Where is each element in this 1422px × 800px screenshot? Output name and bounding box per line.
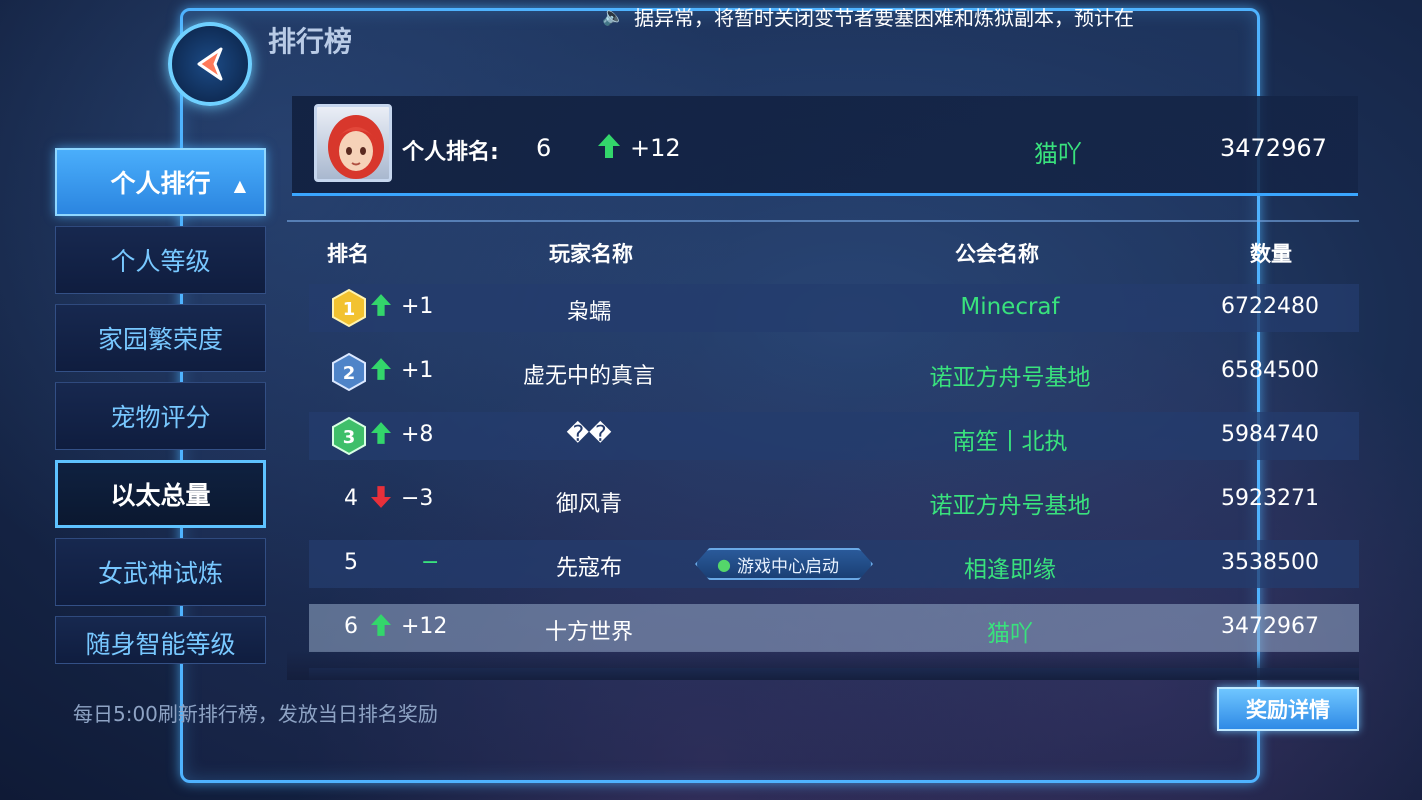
my-rank-change: +12 <box>630 134 681 162</box>
sidebar-item-label: 女武神试炼 <box>97 559 223 588</box>
rank-change: +1 <box>401 358 434 383</box>
rank-number: 6 <box>344 614 358 639</box>
table-header: 排名 玩家名称 公会名称 数量 <box>287 234 1359 274</box>
sidebar-item-personal-level[interactable]: 个人等级 <box>55 226 266 294</box>
sidebar-item-personal-rank[interactable]: 个人排行 ▲ <box>55 148 266 216</box>
back-arrow-icon <box>197 47 223 81</box>
refresh-note: 每日5:00刷新排行榜，发放当日排名奖励 <box>73 702 438 726</box>
score: 3538500 <box>1221 550 1319 575</box>
player-name: 枭蠕 <box>566 300 611 325</box>
svg-text:2: 2 <box>343 363 356 384</box>
rank-number: 5 <box>344 550 358 575</box>
rank-change: +8 <box>401 422 434 447</box>
silver-medal-icon: 2 <box>332 352 366 392</box>
sidebar-item-label: 宠物评分 <box>110 403 211 432</box>
svg-text:1: 1 <box>343 299 356 320</box>
my-rank-value: 6 <box>536 134 552 162</box>
triangle-deco-icon: ▲ <box>233 176 246 195</box>
down-arrow-icon <box>371 486 391 514</box>
reward-details-button[interactable]: 奖励详情 <box>1217 687 1359 731</box>
score: 6722480 <box>1221 294 1319 319</box>
announcement-marquee: 🔈 据异常，将暂时关闭变节者要塞困难和炼狱副本，预计在 <box>602 3 1192 30</box>
player-name: 御风青 <box>555 492 622 517</box>
rank-change: −3 <box>401 486 434 511</box>
player-name: 虚无中的真言 <box>522 364 655 389</box>
gold-medal-icon: 1 <box>332 288 366 328</box>
sidebar-item-pet-score[interactable]: 宠物评分 <box>55 382 266 450</box>
svg-text:3: 3 <box>343 427 356 448</box>
header-score: 数量 <box>1250 242 1292 266</box>
table-row[interactable]: 4 −3 御风青 诺亚方舟号基地 5923271 <box>309 476 1359 524</box>
sidebar-item-ai-level[interactable]: 随身智能等级 <box>55 616 266 664</box>
sidebar-item-label: 个人排行 <box>110 169 211 198</box>
score: 3472967 <box>1221 614 1319 639</box>
sidebar-item-ether-total[interactable]: 以太总量 <box>55 460 266 528</box>
rank-change: +1 <box>401 294 434 319</box>
score: 5923271 <box>1221 486 1319 511</box>
sidebar-item-label: 以太总量 <box>110 481 211 510</box>
rank-number: 4 <box>344 486 358 511</box>
bronze-medal-icon: 3 <box>332 416 366 456</box>
rank-change: +12 <box>401 614 448 639</box>
game-center-label: 游戏中心启动 <box>736 556 839 577</box>
up-arrow-icon <box>371 422 391 450</box>
guild-name: Minecraf <box>960 294 1060 320</box>
sidebar-item-label: 随身智能等级 <box>85 630 236 659</box>
header-guild: 公会名称 <box>955 242 1039 266</box>
up-arrow-icon <box>371 294 391 322</box>
player-name: �� <box>566 422 612 447</box>
guild-name: 诺亚方舟号基地 <box>929 365 1091 391</box>
table-row[interactable]: 2 +1 虚无中的真言 诺亚方舟号基地 6584500 <box>309 348 1359 396</box>
rank-change: − <box>421 550 440 575</box>
player-name: 十方世界 <box>544 620 633 645</box>
sidebar-item-label: 个人等级 <box>110 247 211 276</box>
speaker-icon: 🔈 <box>602 5 625 27</box>
guild-name: 相逢即缘 <box>964 557 1056 583</box>
page-title: 排行榜 <box>268 25 353 58</box>
my-guild-name: 猫吖 <box>1034 140 1082 168</box>
guild-name: 诺亚方舟号基地 <box>929 493 1091 519</box>
game-center-badge[interactable]: ● 游戏中心启动 <box>695 548 873 580</box>
back-button[interactable] <box>168 22 252 106</box>
sidebar: 个人排行 ▲ 个人等级 家园繁荣度 宠物评分 以太总量 女武神试炼 随身智能等级 <box>55 148 267 674</box>
up-arrow-icon <box>371 614 391 642</box>
header-rank: 排名 <box>327 242 369 266</box>
table-row[interactable]: 3 +8 �� 南笙丨北执 5984740 <box>309 412 1359 460</box>
score: 5984740 <box>1221 422 1319 447</box>
header-player: 玩家名称 <box>549 242 633 266</box>
up-arrow-icon <box>371 358 391 386</box>
player-name: 先寇布 <box>555 556 622 581</box>
table-row-current-player[interactable]: 6 +12 十方世界 猫吖 3472967 <box>309 604 1359 652</box>
table-row[interactable]: 1 +1 枭蠕 Minecraf 6722480 <box>309 284 1359 332</box>
guild-name: 南笙丨北执 <box>952 429 1068 455</box>
up-arrow-icon <box>598 134 620 162</box>
sidebar-item-label: 家园繁荣度 <box>97 325 223 354</box>
avatar <box>314 104 392 182</box>
score: 6584500 <box>1221 358 1319 383</box>
scroll-fade <box>287 650 1359 680</box>
ranking-table[interactable]: 排名 玩家名称 公会名称 数量 1 +1 枭蠕 Minecraf 6722480… <box>287 220 1359 680</box>
announcement-text: 据异常，将暂时关闭变节者要塞困难和炼狱副本，预计在 <box>634 5 1134 30</box>
my-score: 3472967 <box>1220 134 1327 162</box>
my-rank-card: 个人排名: 6 +12 猫吖 3472967 <box>292 96 1358 196</box>
sidebar-item-valkyrie-trial[interactable]: 女武神试炼 <box>55 538 266 606</box>
my-rank-label: 个人排名: <box>402 140 499 165</box>
table-row[interactable]: 5 − 先寇布 ● 游戏中心启动 相逢即缘 3538500 <box>309 540 1359 588</box>
sidebar-item-home-prosperity[interactable]: 家园繁荣度 <box>55 304 266 372</box>
wechat-icon: ● <box>717 554 731 574</box>
guild-name: 猫吖 <box>987 621 1033 647</box>
